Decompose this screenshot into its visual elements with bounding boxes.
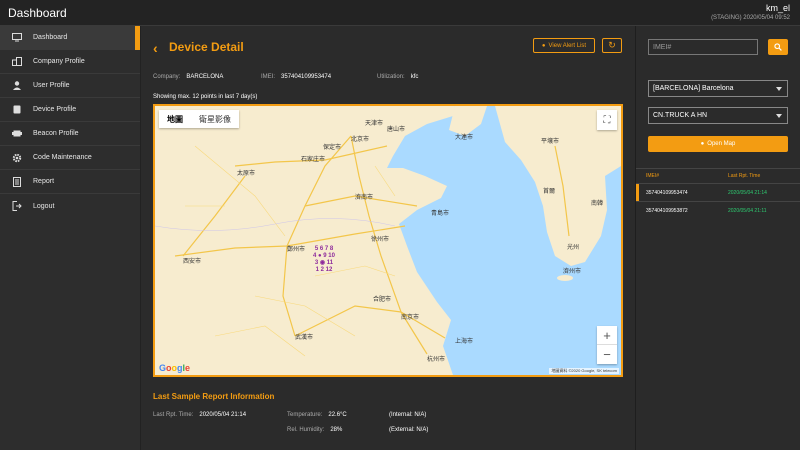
- device-map[interactable]: 地圖 衛星影像 ⛶ + − 5 6 7 8 4 ● 9 10 3 ◉ 11 1 …: [153, 104, 623, 377]
- map-attribution: 地圖資料 ©2020 Google, SK telecom: [549, 368, 619, 374]
- device-icon: [12, 105, 22, 115]
- city-label: 濟州市: [563, 269, 582, 275]
- city-label: 保定市: [323, 145, 342, 151]
- view-alert-list-button[interactable]: ● View Alert List: [533, 38, 595, 53]
- city-label: 南京市: [401, 315, 420, 321]
- chevron-down-icon: [776, 87, 782, 91]
- city-label: 平壤市: [541, 139, 560, 145]
- city-label: 濟南市: [355, 195, 374, 201]
- building-icon: [12, 57, 22, 67]
- temperature-info: Temperature: 22.6°C: [287, 412, 347, 418]
- fullscreen-button[interactable]: ⛶: [597, 110, 617, 130]
- sidebar-item-label: Logout: [33, 202, 55, 210]
- environment-timestamp: (STAGING) 2020/05/04 09:52: [711, 15, 790, 21]
- right-panel: [BARCELONA] Barcelona CN.TRUCK A HN ● Op…: [635, 26, 800, 450]
- company-info: Company: BARCELONA: [153, 74, 224, 80]
- city-label: 合肥市: [373, 297, 392, 303]
- search-button[interactable]: [768, 39, 788, 55]
- sidebar-item-report[interactable]: Report: [0, 170, 140, 194]
- sidebar-item-label: Company Profile: [33, 58, 85, 65]
- device-table: IMEI# Last Rpt. Time 357404109953474 202…: [636, 168, 800, 219]
- zoom-in-button[interactable]: +: [597, 326, 617, 345]
- vehicle-select[interactable]: CN.TRUCK A HN: [648, 107, 788, 124]
- table-header: IMEI# Last Rpt. Time: [646, 173, 761, 179]
- app-title: Dashboard: [8, 6, 67, 20]
- google-logo: Google: [159, 363, 191, 373]
- sidebar-item-label: Device Profile: [33, 106, 77, 113]
- sidebar-item-device-profile[interactable]: Device Profile: [0, 98, 140, 122]
- device-marker-cluster[interactable]: 5 6 7 8 4 ● 9 10 3 ◉ 11 1 2 12: [313, 246, 335, 274]
- imei-info: IMEI: 357404109953474: [261, 74, 332, 80]
- user-name[interactable]: km_el: [766, 3, 790, 13]
- last-report-time: Last Rpt. Time: 2020/05/04 21:14: [153, 412, 247, 418]
- city-label: 南韓: [591, 201, 604, 207]
- bell-icon: ●: [541, 42, 546, 49]
- sidebar-item-label: Beacon Profile: [33, 130, 79, 137]
- city-label: 杭州市: [427, 357, 446, 363]
- sidebar-item-code-maintenance[interactable]: Code Maintenance: [0, 146, 140, 170]
- humidity-info: Rel. Humidity: 28%: [287, 427, 343, 433]
- refresh-icon: ↻: [608, 40, 616, 50]
- city-label: 鄭州市: [287, 247, 306, 253]
- top-bar: Dashboard km_el (STAGING) 2020/05/04 09:…: [0, 0, 800, 26]
- gear-icon: [12, 153, 22, 163]
- city-label: 大連市: [455, 135, 474, 141]
- zoom-out-button[interactable]: −: [597, 345, 617, 364]
- sidebar-item-label: Report: [33, 178, 55, 185]
- city-label: 唐山市: [387, 127, 406, 133]
- map-type-map-button[interactable]: 地圖: [159, 110, 191, 128]
- sidebar-item-logout[interactable]: Logout: [0, 194, 140, 218]
- city-label: 徐州市: [371, 237, 390, 243]
- humidity-note: (External: N/A): [389, 427, 429, 433]
- page-title: Device Detail: [169, 40, 244, 54]
- logout-icon: [12, 201, 22, 211]
- fullscreen-icon: ⛶: [603, 114, 611, 126]
- city-label: 石家庄市: [301, 157, 326, 163]
- map-type-control: 地圖 衛星影像: [159, 110, 239, 128]
- monitor-icon: [12, 33, 22, 43]
- points-caption: Showing max. 12 points in last 7 day(s): [153, 94, 258, 100]
- imei-search-input[interactable]: [648, 39, 758, 55]
- map-type-satellite-button[interactable]: 衛星影像: [191, 110, 239, 128]
- user-icon: [12, 81, 22, 91]
- sidebar-item-dashboard[interactable]: Dashboard: [0, 26, 140, 50]
- sidebar-item-label: Dashboard: [33, 34, 68, 41]
- open-map-button[interactable]: ● Open Map: [648, 136, 788, 152]
- city-label: 武漢市: [295, 335, 314, 341]
- sidebar-item-user-profile[interactable]: User Profile: [0, 74, 140, 98]
- city-label: 光州: [567, 245, 580, 251]
- city-label: 青島市: [431, 211, 450, 217]
- refresh-button[interactable]: ↻: [602, 38, 622, 53]
- city-label: 上海市: [455, 339, 474, 345]
- sidebar: Dashboard Company Profile User Profile D…: [0, 26, 141, 450]
- report-icon: [12, 176, 22, 187]
- table-row[interactable]: 357404109953474 2020/05/04 21:14: [636, 183, 800, 202]
- utilization-info: Utilization: kfc: [377, 74, 419, 80]
- map-pin-icon: ●: [700, 141, 705, 147]
- city-label: 天津市: [365, 121, 384, 127]
- chevron-down-icon: [776, 114, 782, 118]
- back-chevron-icon[interactable]: ‹: [153, 40, 158, 56]
- temperature-note: (Internal: N/A): [389, 412, 427, 418]
- city-label: 西安市: [183, 259, 202, 265]
- company-select[interactable]: [BARCELONA] Barcelona: [648, 80, 788, 97]
- table-row[interactable]: 357404109953872 2020/05/04 21:11: [636, 201, 800, 219]
- sidebar-item-beacon-profile[interactable]: Beacon Profile: [0, 122, 140, 146]
- beacon-icon: [12, 129, 22, 139]
- search-icon: [774, 43, 782, 51]
- city-label: 太原市: [237, 171, 256, 177]
- main-panel: ‹ Device Detail ● View Alert List ↻ Comp…: [141, 26, 635, 450]
- city-label: 北京市: [351, 137, 370, 143]
- city-label: 首爾: [543, 189, 556, 195]
- last-report-title: Last Sample Report Information: [153, 392, 275, 401]
- sidebar-item-company-profile[interactable]: Company Profile: [0, 50, 140, 74]
- sidebar-item-label: Code Maintenance: [33, 154, 92, 161]
- zoom-control: + −: [597, 326, 617, 364]
- sidebar-item-label: User Profile: [33, 82, 70, 89]
